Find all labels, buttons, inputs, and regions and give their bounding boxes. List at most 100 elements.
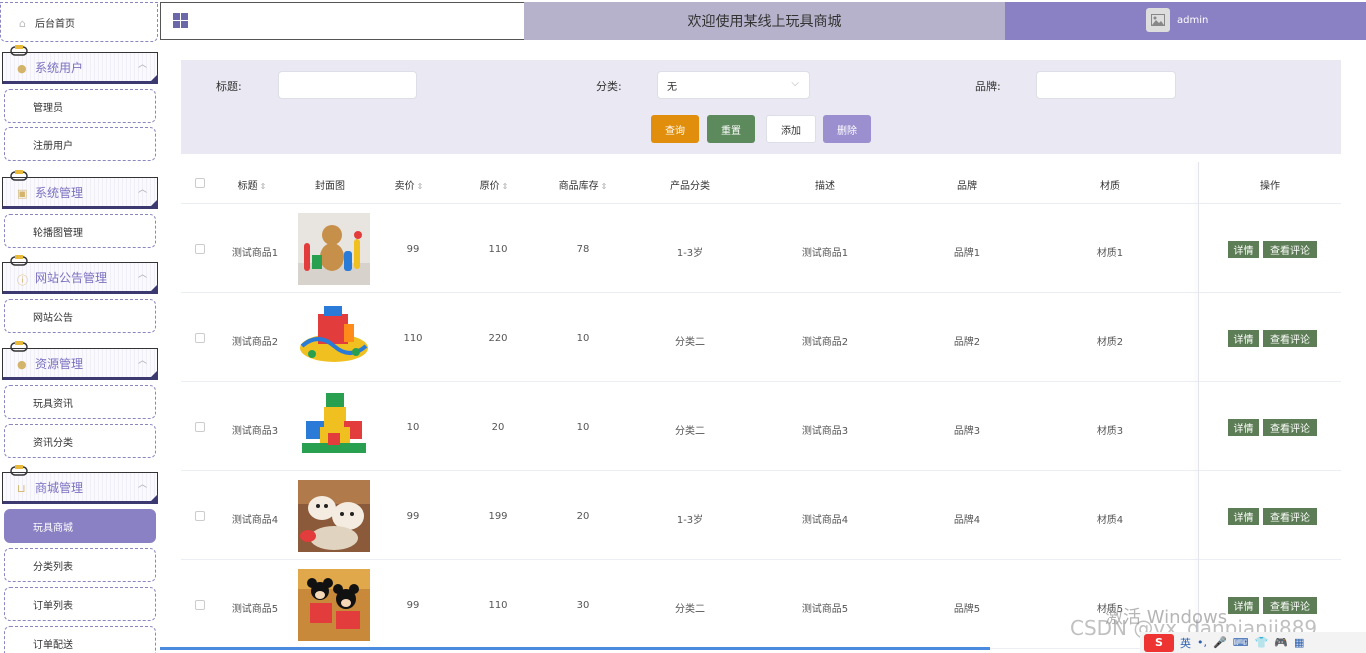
row-checkbox[interactable] <box>195 244 205 254</box>
sort-icon[interactable]: ⇕ <box>601 182 608 191</box>
delete-button[interactable]: 删除 <box>823 115 871 143</box>
category-select[interactable]: 无 ⌵ <box>657 71 810 99</box>
info-icon: ⓘ <box>17 274 28 287</box>
ime-language-indicator[interactable]: 英 <box>1180 635 1191 651</box>
sidebar-group-announcements[interactable]: ⓘ 网站公告管理 ︿ <box>2 255 158 294</box>
sidebar-item-carousel[interactable]: 轮播图管理 <box>4 214 156 248</box>
skin-icon[interactable]: 👕 <box>1255 636 1269 649</box>
sidebar-item-label: 轮播图管理 <box>33 227 83 239</box>
toolbox-icon[interactable]: ▦ <box>1294 636 1304 649</box>
chevron-up-icon: ︿ <box>137 270 147 280</box>
sidebar-item-registered-users[interactable]: 注册用户 <box>4 127 156 161</box>
sidebar-item-category-list[interactable]: 分类列表 <box>4 548 156 582</box>
row-checkbox[interactable] <box>195 600 205 610</box>
row-checkbox[interactable] <box>195 333 205 343</box>
column-header-label: 卖价 <box>394 181 415 192</box>
detail-button[interactable]: 详情 <box>1228 419 1259 436</box>
table-row: 测试商品2 110 220 10 分类二 测试商品2 品牌2 材质2 详情 查看… <box>181 293 1341 382</box>
sidebar-item-site-announcements[interactable]: 网站公告 <box>4 299 156 333</box>
column-header-original-price[interactable]: 原价 ⇕ <box>480 177 509 192</box>
sidebar-item-order-list[interactable]: 订单列表 <box>4 587 156 621</box>
sidebar-item-toy-news[interactable]: 玩具资讯 <box>4 385 156 419</box>
cell-stock: 20 <box>576 511 590 522</box>
group-corner <box>148 284 158 294</box>
select-all-checkbox[interactable] <box>195 178 205 188</box>
product-image[interactable] <box>298 213 370 285</box>
sogou-logo-icon[interactable]: S <box>1144 633 1174 652</box>
sidebar-group-resources[interactable]: ● 资源管理 ︿ <box>2 341 158 380</box>
punctuation-icon[interactable]: •, <box>1197 636 1207 649</box>
image-icon: ▣ <box>17 187 28 200</box>
group-corner <box>148 370 158 380</box>
microphone-icon[interactable]: 🎤 <box>1213 636 1227 649</box>
brand-input[interactable] <box>1036 71 1176 99</box>
keyboard-icon[interactable]: ⌨ <box>1233 636 1249 649</box>
view-reviews-button[interactable]: 查看评论 <box>1263 419 1317 436</box>
view-reviews-button[interactable]: 查看评论 <box>1263 241 1317 258</box>
sidebar-item-home[interactable]: ⌂ 后台首页 <box>0 2 158 42</box>
cell-category: 分类二 <box>675 337 705 348</box>
group-corner <box>148 74 158 84</box>
sidebar-item-order-delivery[interactable]: 订单配送 <box>4 626 156 653</box>
fixed-column-divider <box>1198 162 1199 653</box>
sidebar-item-toy-mall[interactable]: 玩具商城 <box>4 509 156 543</box>
view-reviews-button[interactable]: 查看评论 <box>1263 508 1317 525</box>
add-button[interactable]: 添加 <box>766 115 816 143</box>
menu-grid-icon[interactable] <box>173 13 188 28</box>
cell-description: 测试商品4 <box>801 515 849 526</box>
page-title: 欢迎使用某线上玩具商城 <box>524 2 1005 40</box>
column-header-stock[interactable]: 商品库存 ⇕ <box>559 177 608 192</box>
sidebar: ⌂ 后台首页 ● 系统用户 ︿ 管理员 注册用户 ▣ 系统管理 ︿ 轮播图管理 … <box>0 0 160 653</box>
title-input[interactable] <box>278 71 417 99</box>
sidebar-item-news-categories[interactable]: 资讯分类 <box>4 424 156 458</box>
horizontal-scrollbar[interactable] <box>160 647 990 650</box>
cell-category: 分类二 <box>675 604 705 615</box>
cell-description: 测试商品5 <box>801 604 849 615</box>
gamepad-icon[interactable]: 🎮 <box>1274 636 1288 649</box>
cell-material: 材质4 <box>1096 515 1124 526</box>
query-button[interactable]: 查询 <box>651 115 699 143</box>
product-image[interactable] <box>298 569 370 641</box>
sort-icon[interactable]: ⇕ <box>417 182 424 191</box>
sidebar-item-admins[interactable]: 管理员 <box>4 89 156 123</box>
cell-brand: 品牌1 <box>953 248 981 259</box>
cell-material: 材质3 <box>1096 426 1124 437</box>
username[interactable]: admin <box>1177 15 1208 26</box>
column-header-label: 商品库存 <box>558 181 599 192</box>
chevron-down-icon: ⌵ <box>791 78 799 89</box>
cell-title: 测试商品1 <box>231 248 279 259</box>
row-checkbox[interactable] <box>195 511 205 521</box>
detail-button[interactable]: 详情 <box>1228 597 1259 614</box>
cell-price: 99 <box>406 511 420 522</box>
sidebar-group-system-management[interactable]: ▣ 系统管理 ︿ <box>2 170 158 209</box>
home-icon: ⌂ <box>19 17 26 30</box>
view-reviews-button[interactable]: 查看评论 <box>1263 330 1317 347</box>
sidebar-item-label: 管理员 <box>33 102 63 114</box>
row-checkbox[interactable] <box>195 422 205 432</box>
column-header-title[interactable]: 标题 ⇕ <box>238 177 267 192</box>
category-label: 分类: <box>596 80 622 93</box>
sidebar-group-title: 系统用户 <box>35 60 84 75</box>
sidebar-group-system-users[interactable]: ● 系统用户 ︿ <box>2 45 158 84</box>
detail-button[interactable]: 详情 <box>1228 508 1259 525</box>
reset-button[interactable]: 重置 <box>707 115 755 143</box>
sidebar-item-label: 网站公告 <box>33 312 73 324</box>
product-image[interactable] <box>298 480 370 552</box>
sort-icon[interactable]: ⇕ <box>502 182 509 191</box>
chevron-up-icon: ︿ <box>137 480 147 490</box>
sort-icon[interactable]: ⇕ <box>260 182 267 191</box>
column-header-price[interactable]: 卖价 ⇕ <box>395 177 424 192</box>
detail-button[interactable]: 详情 <box>1228 241 1259 258</box>
product-image[interactable] <box>298 391 370 463</box>
cell-price: 99 <box>406 600 420 611</box>
cell-title: 测试商品4 <box>231 515 279 526</box>
cell-original-price: 199 <box>488 511 508 522</box>
header-left <box>160 2 524 40</box>
sidebar-group-mall[interactable]: ⊔ 商城管理 ︿ <box>2 465 158 504</box>
avatar[interactable] <box>1146 8 1170 32</box>
cell-description: 测试商品2 <box>801 337 849 348</box>
column-header-cover: 封面图 <box>315 181 345 192</box>
detail-button[interactable]: 详情 <box>1228 330 1259 347</box>
product-image[interactable] <box>298 302 370 374</box>
view-reviews-button[interactable]: 查看评论 <box>1263 597 1317 614</box>
